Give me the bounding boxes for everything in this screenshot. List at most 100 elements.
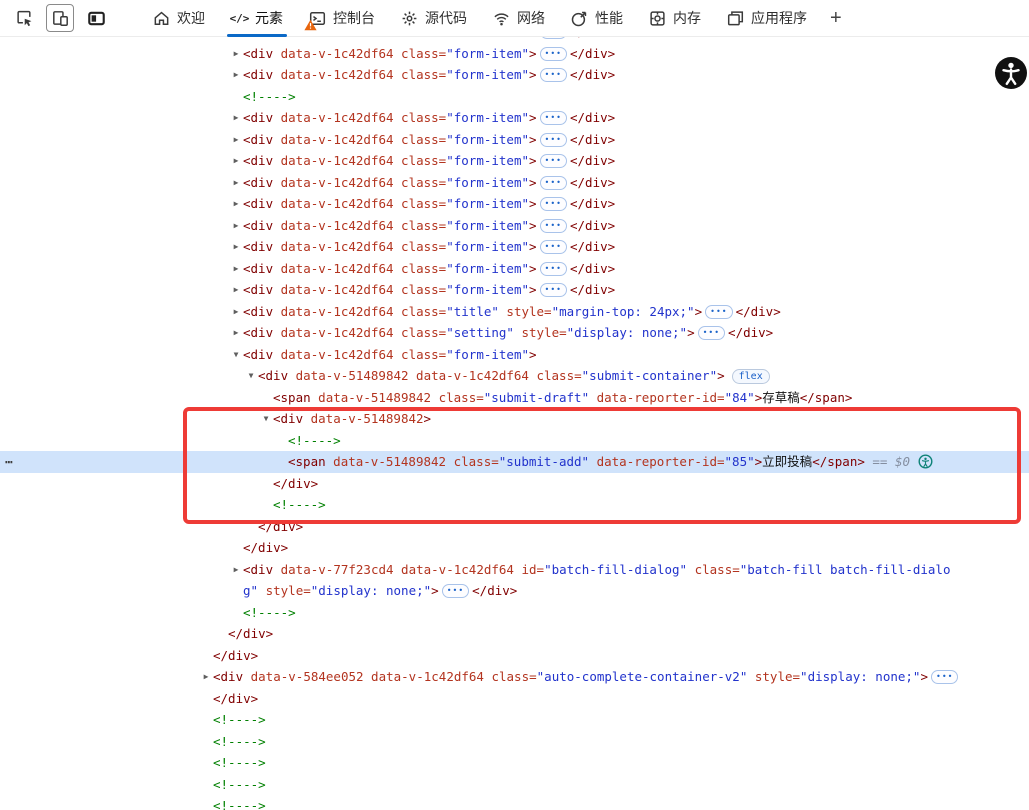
inline-expand-button[interactable]: •••: [442, 584, 469, 598]
dom-tree-row[interactable]: ▼<div data-v-1c42df64 class="form-item">: [0, 344, 1029, 366]
dom-token-com: <!---->: [273, 497, 326, 512]
dom-tree-row[interactable]: <!---->: [0, 774, 1029, 796]
dom-token-attr: data-v-1c42df64: [273, 67, 393, 82]
dom-tree-row[interactable]: <!---->: [0, 494, 1029, 516]
dom-tree-row[interactable]: ▶<div data-v-1c42df64 class="form-item">…: [0, 129, 1029, 151]
inspect-element-button[interactable]: [10, 4, 38, 32]
accessibility-overlay-button[interactable]: [994, 56, 1028, 90]
tab-performance[interactable]: 性能: [558, 0, 636, 37]
dock-side-icon: [88, 10, 105, 27]
dom-tree-row[interactable]: <!---->: [0, 86, 1029, 108]
tab-application[interactable]: 应用程序: [714, 0, 820, 37]
expand-arrow-icon[interactable]: ▶: [230, 172, 242, 194]
dom-tree-row[interactable]: </div>: [0, 623, 1029, 645]
expand-arrow-icon[interactable]: ▶: [230, 129, 242, 151]
dom-tree-row[interactable]: <!---->: [0, 709, 1029, 731]
dom-tree-row[interactable]: ▶<div data-v-1c42df64 class="setting" st…: [0, 322, 1029, 344]
dom-tree-row-selected[interactable]: ⋯<span data-v-51489842 class="submit-add…: [0, 451, 1029, 473]
tab-label: 性能: [595, 8, 623, 28]
dom-tree-row[interactable]: </div>: [0, 645, 1029, 667]
inline-expand-button[interactable]: •••: [540, 219, 567, 233]
dom-tree-row[interactable]: ▶<div data-v-1c42df64 class="form-item">…: [0, 193, 1029, 215]
expand-arrow-icon[interactable]: ▶: [230, 43, 242, 65]
dom-tree-row[interactable]: ▶<div data-v-1c42df64 class="form-item">…: [0, 107, 1029, 129]
dom-token-tag: </span>: [800, 390, 853, 405]
inline-expand-button[interactable]: •••: [540, 68, 567, 82]
tab-welcome[interactable]: 欢迎: [140, 0, 218, 37]
dom-tree-row[interactable]: ▶<div data-v-1c42df64 class="form-item">…: [0, 172, 1029, 194]
dom-tree-row[interactable]: <!---->: [0, 795, 1029, 810]
inline-expand-button[interactable]: •••: [540, 240, 567, 254]
dom-tree-row[interactable]: <!---->: [0, 731, 1029, 753]
dom-tree-row[interactable]: <!---->: [0, 602, 1029, 624]
dom-tree-row[interactable]: ▼<div data-v-51489842>: [0, 408, 1029, 430]
expand-arrow-icon[interactable]: ▶: [230, 236, 242, 258]
expand-arrow-icon[interactable]: ▶: [230, 301, 242, 323]
dom-tree-row[interactable]: </div>: [0, 473, 1029, 495]
inline-expand-button[interactable]: •••: [540, 283, 567, 297]
expand-arrow-icon[interactable]: ▶: [230, 193, 242, 215]
dom-tree-row[interactable]: <span data-v-51489842 class="submit-draf…: [0, 387, 1029, 409]
dom-tree-row[interactable]: <!---->: [0, 752, 1029, 774]
dom-tree-row[interactable]: g" style="display: none;">•••</div>: [0, 580, 1029, 602]
dom-tree-row[interactable]: </div>: [0, 688, 1029, 710]
tab-sources[interactable]: 源代码: [388, 0, 480, 37]
dom-token-attr: class=: [394, 175, 447, 190]
tab-network[interactable]: 网络: [480, 0, 558, 37]
more-tabs-button[interactable]: +: [820, 0, 852, 37]
expand-arrow-icon[interactable]: ▶: [230, 64, 242, 86]
inline-expand-button[interactable]: •••: [540, 176, 567, 190]
dom-tree-row[interactable]: <!---->: [0, 430, 1029, 452]
inline-expand-button[interactable]: •••: [540, 197, 567, 211]
tab-memory[interactable]: 内存: [636, 0, 714, 37]
expand-arrow-icon[interactable]: ▶: [230, 107, 242, 129]
dom-tree-row[interactable]: ▶<div data-v-1c42df64 class="form-item">…: [0, 258, 1029, 280]
collapse-arrow-icon[interactable]: ▼: [260, 408, 272, 430]
collapse-arrow-icon[interactable]: ▼: [245, 365, 257, 387]
dom-token-tag: </div>: [570, 153, 615, 168]
inline-expand-button[interactable]: •••: [705, 305, 732, 319]
expand-arrow-icon[interactable]: ▶: [200, 666, 212, 688]
expand-arrow-icon[interactable]: ▶: [230, 559, 242, 581]
inline-expand-button[interactable]: •••: [540, 37, 567, 39]
dom-tree-row[interactable]: ▶<div data-v-1c42df64 class="form-item">…: [0, 236, 1029, 258]
dom-token-val: "display: none;": [800, 669, 920, 684]
inline-expand-button[interactable]: •••: [698, 326, 725, 340]
dom-tree-row[interactable]: ▶<div data-v-1c42df64 class="form-item">…: [0, 64, 1029, 86]
expand-arrow-icon[interactable]: ▶: [230, 215, 242, 237]
dom-token-tag: >: [431, 583, 439, 598]
inline-expand-button[interactable]: •••: [540, 154, 567, 168]
dom-token-attr: style=: [258, 583, 311, 598]
dom-tree-row[interactable]: ▼<div data-v-51489842 data-v-1c42df64 cl…: [0, 365, 1029, 387]
dom-tree-row[interactable]: ▶<div data-v-1c42df64 class="form-item">…: [0, 43, 1029, 65]
inline-expand-button[interactable]: •••: [540, 111, 567, 125]
dom-tree-row[interactable]: ▶<div data-v-1c42df64 class="form-item">…: [0, 215, 1029, 237]
dom-tree-row[interactable]: ▶<div data-v-77f23cd4 data-v-1c42df64 id…: [0, 559, 1029, 581]
device-emulation-button[interactable]: [46, 4, 74, 32]
tab-console[interactable]: 控制台: [296, 0, 388, 37]
expand-arrow-icon[interactable]: ▶: [230, 150, 242, 172]
flex-badge[interactable]: flex: [732, 369, 770, 384]
dom-token-attr: class=: [394, 325, 447, 340]
tab-label: 元素: [255, 8, 283, 28]
expand-arrow-icon[interactable]: ▶: [230, 322, 242, 344]
dom-tree-row[interactable]: ▶<div data-v-584ee052 data-v-1c42df64 cl…: [0, 666, 1029, 688]
expand-arrow-icon[interactable]: ▶: [230, 258, 242, 280]
selected-row-menu-button[interactable]: ⋯: [5, 451, 14, 473]
dom-tree-row[interactable]: ▶<div data-v-1c42df64 class="title" styl…: [0, 301, 1029, 323]
inline-expand-button[interactable]: •••: [540, 133, 567, 147]
dom-token-attr: data-v-1c42df64: [273, 46, 393, 61]
toolbar-buttons: [6, 4, 114, 32]
dom-tree-row[interactable]: </div>: [0, 516, 1029, 538]
inline-expand-button[interactable]: •••: [931, 670, 958, 684]
dom-tree-row[interactable]: ▶<div data-v-1c42df64 class="form-item">…: [0, 150, 1029, 172]
dock-side-button[interactable]: [82, 4, 110, 32]
dom-tree-row[interactable]: </div>: [0, 537, 1029, 559]
inline-expand-button[interactable]: •••: [540, 47, 567, 61]
inline-expand-button[interactable]: •••: [540, 262, 567, 276]
network-icon: [493, 10, 510, 27]
expand-arrow-icon[interactable]: ▶: [230, 279, 242, 301]
collapse-arrow-icon[interactable]: ▼: [230, 344, 242, 366]
dom-tree-row[interactable]: ▶<div data-v-1c42df64 class="form-item">…: [0, 279, 1029, 301]
tab-elements[interactable]: </>元素: [218, 0, 296, 37]
